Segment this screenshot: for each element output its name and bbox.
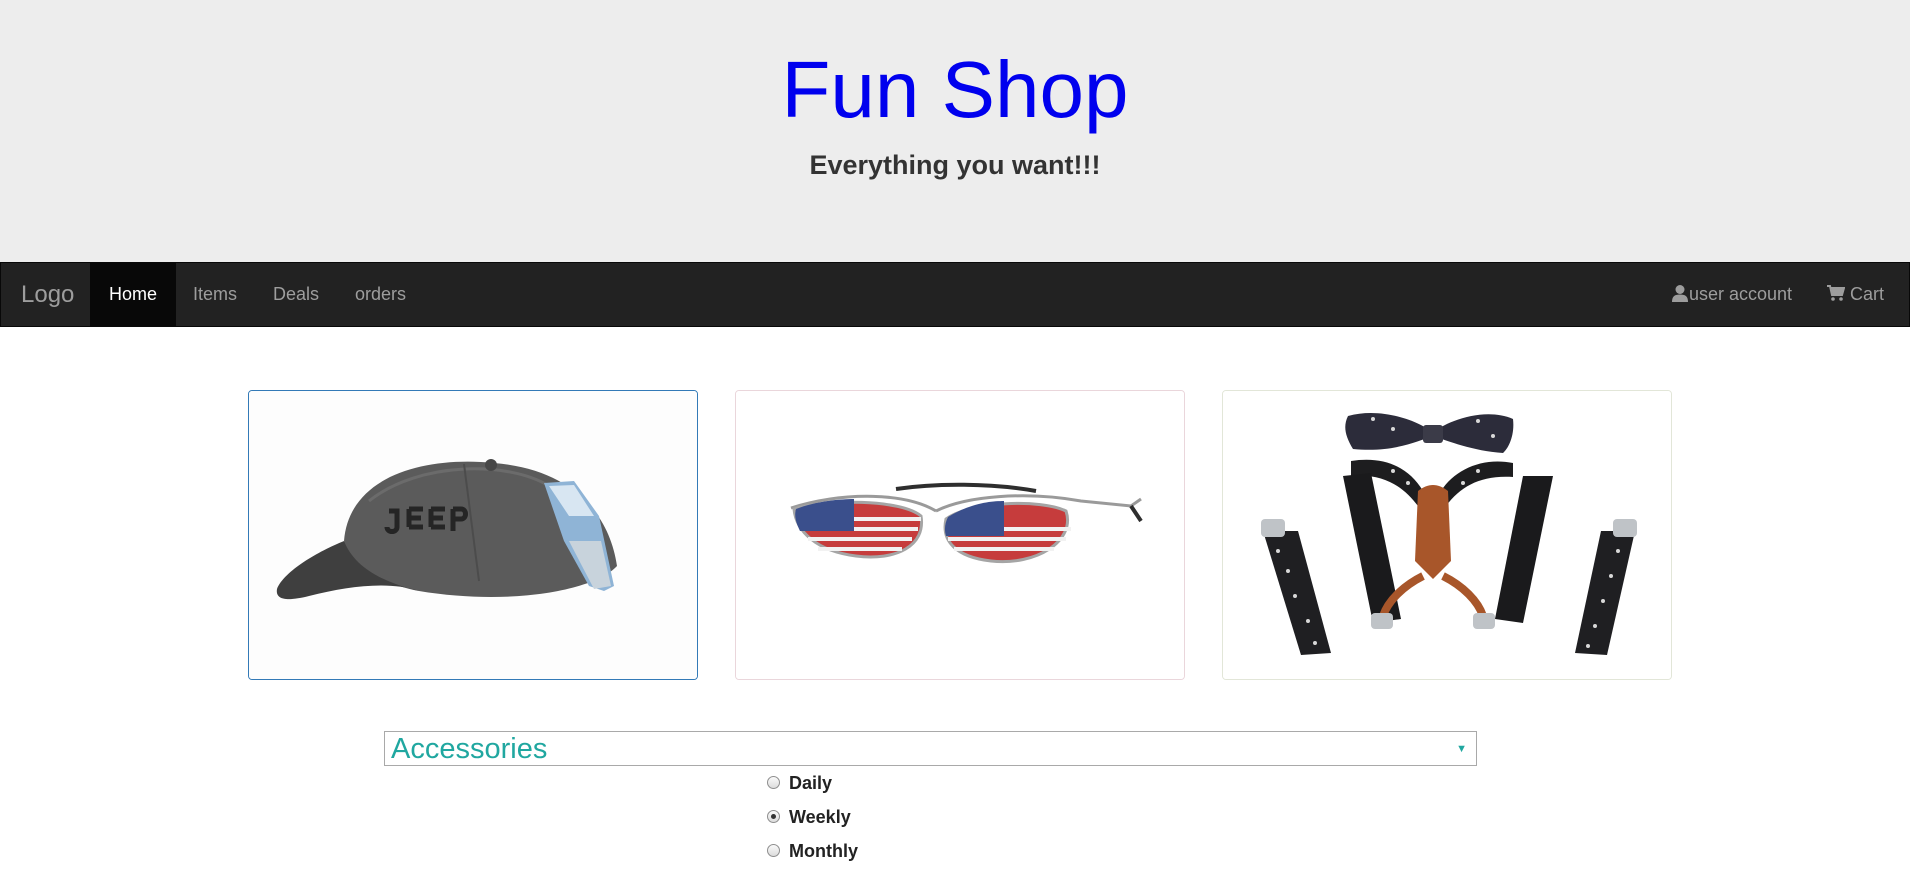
category-select-value: Accessories: [391, 733, 548, 765]
product-card-suspenders[interactable]: [1222, 390, 1672, 680]
product-card-cap[interactable]: [248, 390, 698, 680]
chevron-down-icon: ▼: [1456, 743, 1467, 755]
flag-aviator-sunglasses-image: [736, 391, 1184, 679]
user-account-label: user account: [1689, 284, 1793, 304]
nav-item-deals[interactable]: Deals: [254, 263, 338, 326]
radio-monthly[interactable]: [767, 844, 780, 857]
radio-weekly[interactable]: [767, 810, 780, 823]
site-title: Fun Shop: [781, 45, 1129, 134]
user-icon: [1672, 285, 1688, 302]
baseball-cap-image: [249, 391, 697, 679]
cart-icon: [1827, 285, 1846, 301]
header-banner: Fun Shop Everything you want!!!: [0, 0, 1910, 262]
radio-label-daily: Daily: [789, 773, 833, 793]
category-select[interactable]: Accessories ▼: [384, 731, 1477, 766]
bowtie-suspenders-image: [1223, 391, 1671, 679]
top-navbar: Logo Home Items Deals orders user accoun…: [0, 262, 1910, 327]
site-tagline: Everything you want!!!: [809, 150, 1101, 180]
navbar-brand-logo[interactable]: Logo: [21, 263, 74, 326]
nav-item-items[interactable]: Items: [174, 263, 256, 326]
product-card-sunglasses[interactable]: [735, 390, 1185, 680]
cart-label: Cart: [1850, 284, 1885, 304]
nav-item-orders[interactable]: orders: [336, 263, 425, 326]
user-account-link[interactable]: user account: [1671, 263, 1792, 326]
radio-label-monthly: Monthly: [789, 841, 858, 861]
nav-item-home[interactable]: Home: [90, 263, 177, 326]
cart-link[interactable]: Cart: [1827, 263, 1884, 326]
radio-daily[interactable]: [767, 776, 780, 789]
radio-label-weekly: Weekly: [789, 807, 851, 827]
